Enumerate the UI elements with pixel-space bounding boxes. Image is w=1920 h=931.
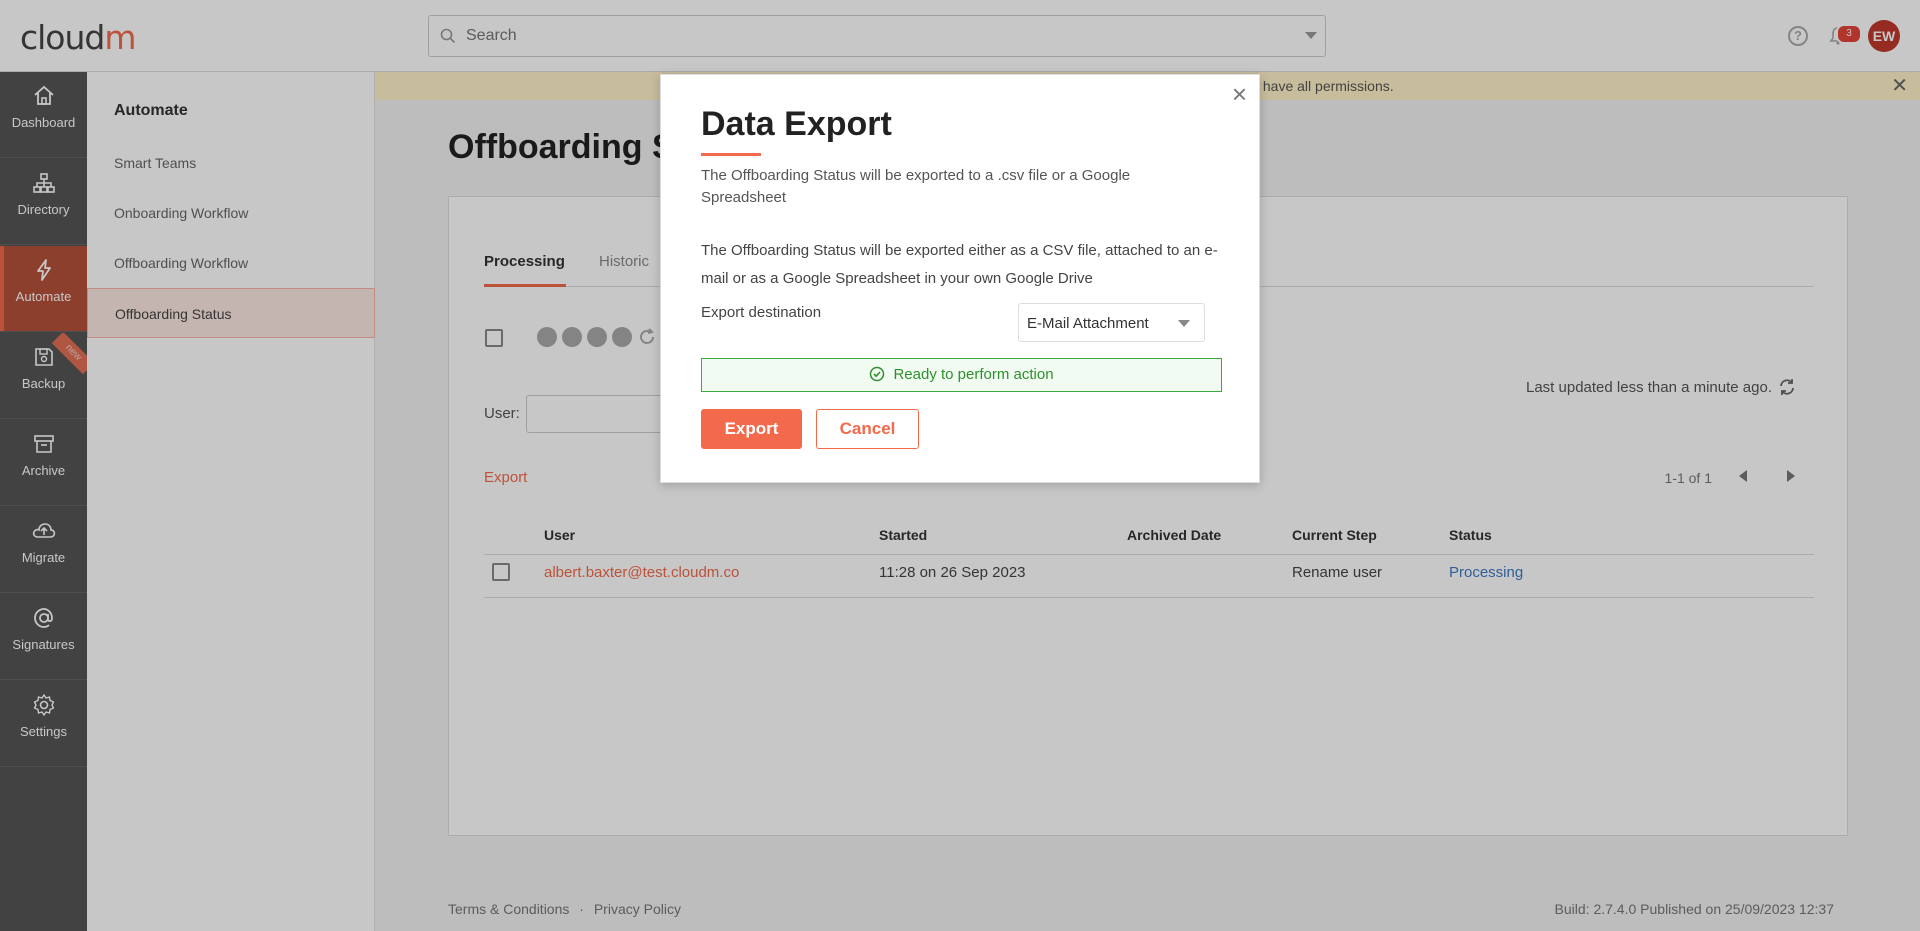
- export-button[interactable]: Export: [701, 409, 802, 449]
- dialog-description: The Offboarding Status will be exported …: [701, 242, 1218, 287]
- cancel-button[interactable]: Cancel: [816, 409, 919, 449]
- status-message: Ready to perform action: [701, 358, 1222, 392]
- export-destination-select[interactable]: E-Mail Attachment: [1018, 303, 1205, 342]
- dialog-title: Data Export: [701, 105, 892, 143]
- chevron-down-icon: [1178, 320, 1190, 327]
- title-underline: [701, 153, 761, 156]
- close-icon[interactable]: ×: [1232, 81, 1247, 107]
- check-circle-icon: [870, 366, 885, 382]
- data-export-dialog: × Data Export The Offboarding Status wil…: [660, 74, 1260, 483]
- export-destination-label: Export destination: [701, 304, 822, 321]
- export-destination-value: E-Mail Attachment: [1027, 315, 1149, 332]
- dialog-subtitle: The Offboarding Status will be exported …: [701, 167, 1131, 206]
- status-message-text: Ready to perform action: [893, 366, 1054, 383]
